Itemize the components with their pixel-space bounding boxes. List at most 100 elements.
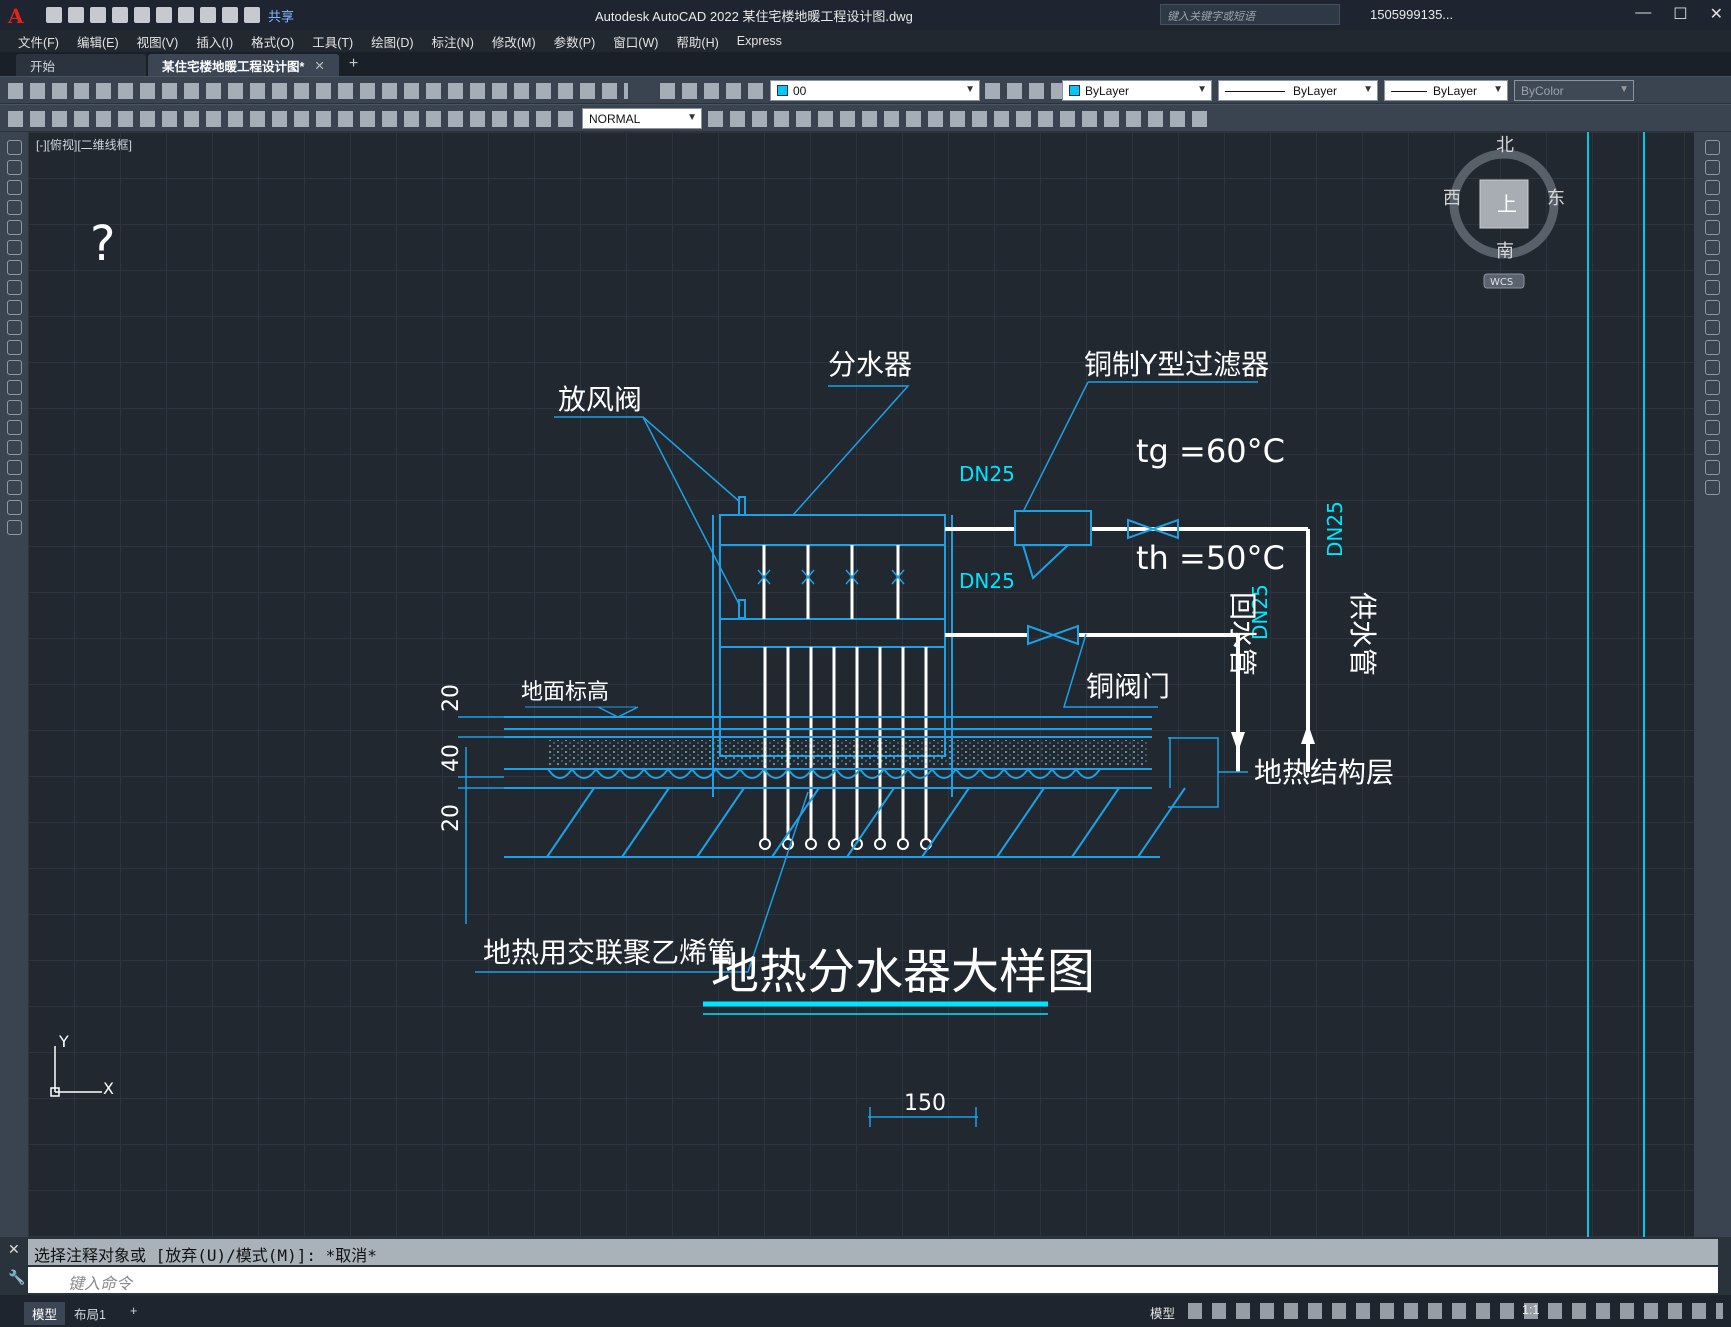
lineweight-dropdown[interactable]: ByLayer ▼	[1384, 80, 1508, 101]
menu-dimension[interactable]: 标注(N)	[432, 32, 474, 51]
model-space-button[interactable]: 模型	[1150, 1303, 1175, 1322]
menu-window[interactable]: 窗口(W)	[613, 32, 658, 51]
modify-tool-icons[interactable]	[708, 111, 1213, 127]
standard-tool-icons[interactable]	[8, 83, 628, 99]
search-input[interactable]: 键入关键字或短语	[1160, 4, 1340, 25]
menu-draw[interactable]: 绘图(D)	[371, 32, 413, 51]
share-button[interactable]: 共享	[268, 6, 294, 25]
draw-tool-icon[interactable]	[7, 320, 22, 335]
layer-dropdown[interactable]: 00 ▼	[770, 80, 980, 101]
draw-tool-icon[interactable]	[7, 220, 22, 235]
add-layout-icon[interactable]: +	[122, 1302, 145, 1320]
wrench-icon[interactable]: 🔧	[8, 1269, 25, 1286]
navcube-east-label[interactable]: 东	[1547, 188, 1565, 209]
share-icon[interactable]	[244, 7, 260, 23]
modify-tool-icon[interactable]	[1705, 300, 1720, 315]
plotstyle-dropdown[interactable]: ByColor ▼	[1514, 80, 1634, 101]
new-tab-icon[interactable]: +	[349, 55, 358, 76]
minimize-icon[interactable]: —	[1635, 4, 1651, 24]
open-web-icon[interactable]	[134, 7, 150, 23]
user-account[interactable]: 1505999135...	[1370, 7, 1453, 22]
menu-format[interactable]: 格式(O)	[251, 32, 294, 51]
draw-tool-icon[interactable]	[7, 240, 22, 255]
draw-tool-icon[interactable]	[7, 300, 22, 315]
linetype-dropdown[interactable]: ByLayer ▼	[1218, 80, 1378, 101]
modify-tool-icon[interactable]	[1705, 340, 1720, 355]
navcube-west-label[interactable]: 西	[1443, 188, 1461, 209]
draw-tool-icon[interactable]	[7, 440, 22, 455]
draw-tool-icon[interactable]	[7, 260, 22, 275]
menu-express[interactable]: Express	[737, 34, 782, 48]
plot-icon[interactable]	[178, 7, 194, 23]
menu-view[interactable]: 视图(V)	[137, 32, 179, 51]
draw-tool-icon[interactable]	[7, 480, 22, 495]
tab-drawing[interactable]: 某住宅楼地暖工程设计图* ✕	[148, 54, 339, 76]
draw-tool-icon[interactable]	[7, 180, 22, 195]
save-web-icon[interactable]	[156, 7, 172, 23]
navcube[interactable]: 上 北 南 东 西 WCS	[1443, 135, 1565, 289]
modify-tool-icon[interactable]	[1705, 440, 1720, 455]
textstyle-dropdown[interactable]: NORMAL ▼	[582, 108, 702, 129]
tab-layout1[interactable]: 布局1	[66, 1302, 114, 1325]
menu-edit[interactable]: 编辑(E)	[77, 32, 119, 51]
draw-tool-icon[interactable]	[7, 400, 22, 415]
menu-insert[interactable]: 插入(I)	[196, 32, 233, 51]
layer-tool-icons[interactable]	[660, 83, 765, 99]
menu-file[interactable]: 文件(F)	[18, 32, 59, 51]
open-file-icon[interactable]	[68, 7, 84, 23]
menu-tools[interactable]: 工具(T)	[312, 32, 353, 51]
modify-tool-icon[interactable]	[1705, 200, 1720, 215]
draw-tool-icon[interactable]	[7, 460, 22, 475]
color-dropdown[interactable]: ByLayer ▼	[1062, 80, 1212, 101]
navcube-north-label[interactable]: 北	[1496, 135, 1514, 156]
menu-help[interactable]: 帮助(H)	[676, 32, 718, 51]
navcube-south-label[interactable]: 南	[1496, 241, 1514, 262]
dimension-tool-icons[interactable]	[8, 111, 578, 127]
modify-tool-icon[interactable]	[1705, 220, 1720, 235]
new-file-icon[interactable]	[46, 7, 62, 23]
draw-tool-icon[interactable]	[7, 160, 22, 175]
modify-tool-icon[interactable]	[1705, 380, 1720, 395]
close-icon[interactable]: ✕	[1710, 4, 1723, 24]
tab-close-icon[interactable]: ✕	[314, 58, 324, 73]
modify-tool-icon[interactable]	[1705, 140, 1720, 155]
modify-tool-icon[interactable]	[1705, 240, 1720, 255]
modify-tool-icon[interactable]	[1705, 180, 1720, 195]
modify-tool-icon[interactable]	[1705, 260, 1720, 275]
tab-model[interactable]: 模型	[24, 1302, 66, 1325]
save-as-icon[interactable]	[112, 7, 128, 23]
draw-tool-icon[interactable]	[7, 280, 22, 295]
menu-parametric[interactable]: 参数(P)	[554, 32, 596, 51]
draw-tool-icon[interactable]	[7, 380, 22, 395]
modify-tool-icon[interactable]	[1705, 320, 1720, 335]
modify-tool-icon[interactable]	[1705, 280, 1720, 295]
modify-tool-icon[interactable]	[1705, 480, 1720, 495]
close-icon[interactable]: ✕	[8, 1241, 20, 1258]
redo-icon[interactable]	[222, 7, 238, 23]
undo-icon[interactable]	[200, 7, 216, 23]
command-input[interactable]: 键入命令	[28, 1267, 1718, 1293]
annotation-scale[interactable]: 1:1	[1522, 1303, 1539, 1317]
layer-extra-icons[interactable]	[985, 83, 1065, 99]
autocad-logo-icon[interactable]: A	[8, 4, 32, 28]
save-icon[interactable]	[90, 7, 106, 23]
modify-tool-icon[interactable]	[1705, 420, 1720, 435]
draw-tool-icon[interactable]	[7, 500, 22, 515]
ground-level-marker	[597, 706, 639, 718]
menu-modify[interactable]: 修改(M)	[492, 32, 536, 51]
draw-tool-icon[interactable]	[7, 140, 22, 155]
modify-tool-icon[interactable]	[1705, 360, 1720, 375]
modify-tool-icon[interactable]	[1705, 400, 1720, 415]
status-tool-icons[interactable]	[1188, 1303, 1723, 1319]
draw-tool-icon[interactable]	[7, 420, 22, 435]
modify-tool-icon[interactable]	[1705, 460, 1720, 475]
draw-tool-icon[interactable]	[7, 520, 22, 535]
label-pex-pipe: 地热用交联聚乙烯管	[483, 936, 735, 969]
drawing-viewport[interactable]: [-][俯视][二维线框] ? 分水器 放风阀 铜制Y型过滤器 tg =60°C…	[28, 132, 1694, 1237]
tab-start[interactable]: 开始	[16, 54, 146, 76]
draw-tool-icon[interactable]	[7, 340, 22, 355]
maximize-icon[interactable]: ☐	[1673, 4, 1687, 24]
modify-tool-icon[interactable]	[1705, 160, 1720, 175]
draw-tool-icon[interactable]	[7, 360, 22, 375]
draw-tool-icon[interactable]	[7, 200, 22, 215]
